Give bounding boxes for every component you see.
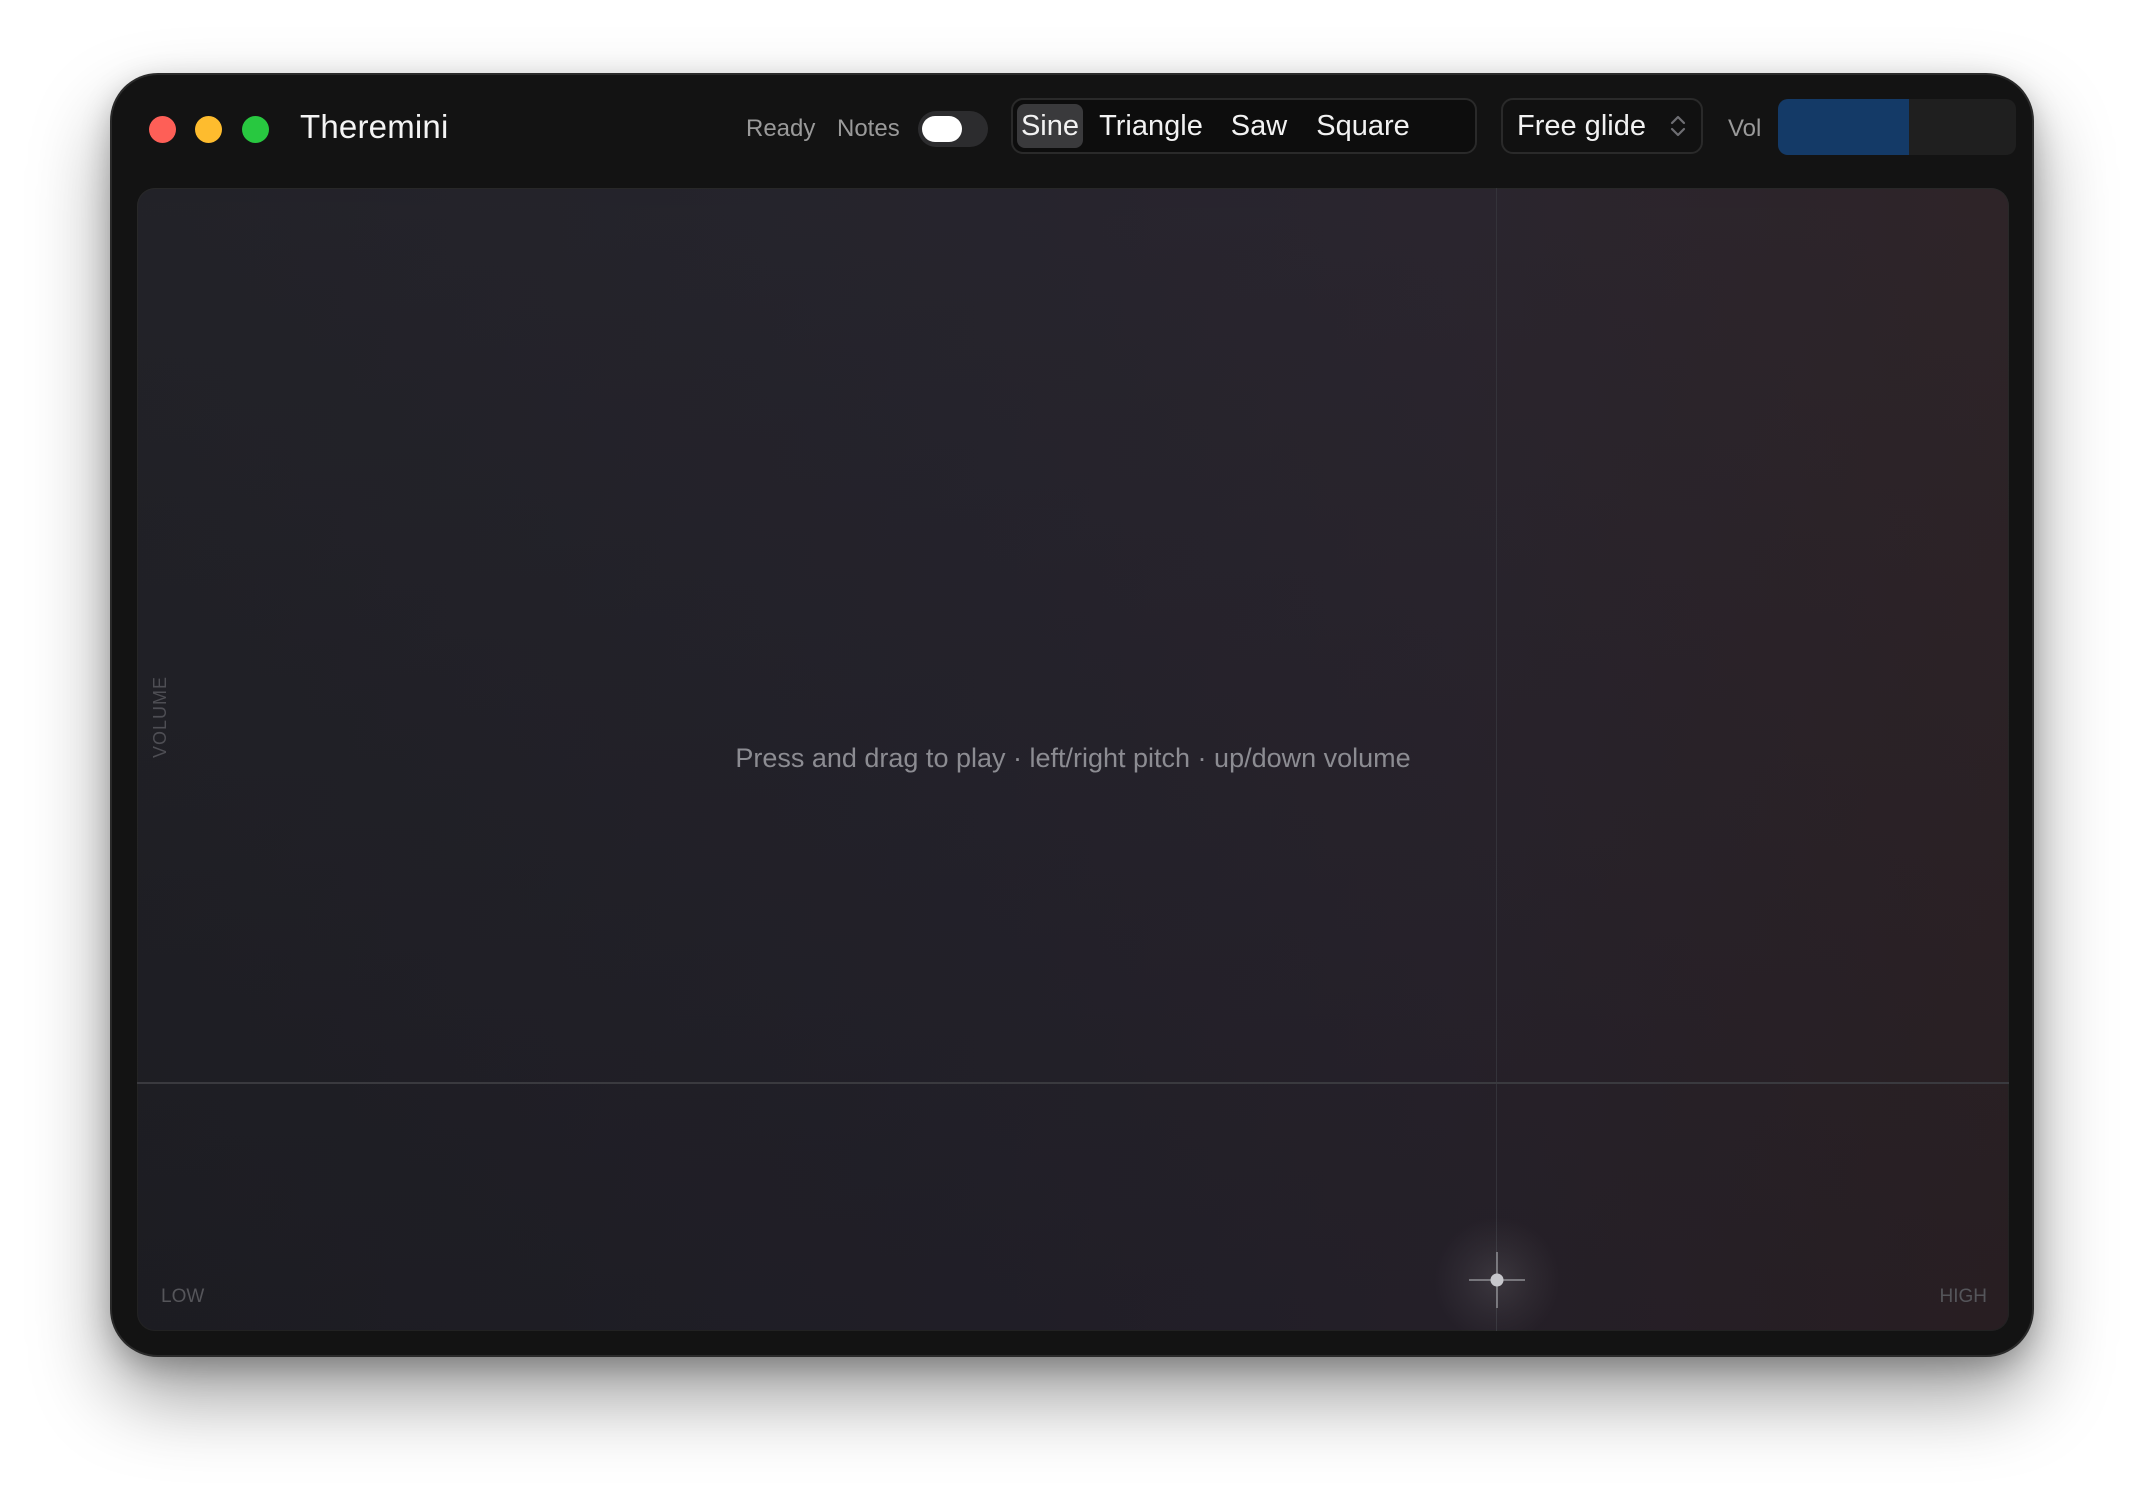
pitch-low-label: LOW — [161, 1286, 205, 1307]
titlebar: Theremini Ready Notes Sine Triangle Saw … — [112, 75, 2032, 185]
glide-select-value: Free glide — [1517, 110, 1646, 142]
notes-toggle-knob — [922, 116, 962, 142]
pitch-high-label: HIGH — [1939, 1286, 1988, 1307]
notes-toggle[interactable] — [918, 111, 988, 147]
app-title: Theremini — [300, 108, 449, 145]
volume-label: Vol — [1728, 115, 1762, 142]
chevron-up-down-icon — [1670, 115, 1686, 137]
volume-axis-label: VOLUME — [150, 675, 170, 758]
pad-hint-text: Press and drag to play · left/right pitc… — [735, 743, 1411, 773]
waveform-triangle-button[interactable]: Triangle — [1091, 104, 1211, 148]
minimize-button[interactable] — [195, 116, 222, 143]
crosshair-icon[interactable] — [1467, 1250, 1527, 1310]
waveform-sine-button[interactable]: Sine — [1017, 104, 1083, 148]
status-text: Ready — [746, 115, 816, 142]
waveform-segmented-control: Sine Triangle Saw Square — [1011, 98, 1477, 154]
app-window: Theremini Ready Notes Sine Triangle Saw … — [112, 75, 2032, 1355]
close-button[interactable] — [149, 116, 176, 143]
volume-guide-line — [137, 1082, 2009, 1084]
volume-slider-fill — [1778, 99, 1909, 155]
volume-slider[interactable] — [1778, 99, 2016, 155]
glide-select[interactable]: Free glide — [1501, 98, 1703, 154]
theremin-play-pad[interactable]: Press and drag to play · left/right pitc… — [137, 188, 2009, 1331]
waveform-saw-button[interactable]: Saw — [1219, 104, 1299, 148]
waveform-square-button[interactable]: Square — [1307, 104, 1419, 148]
notes-label: Notes — [837, 115, 900, 142]
maximize-button[interactable] — [242, 116, 269, 143]
